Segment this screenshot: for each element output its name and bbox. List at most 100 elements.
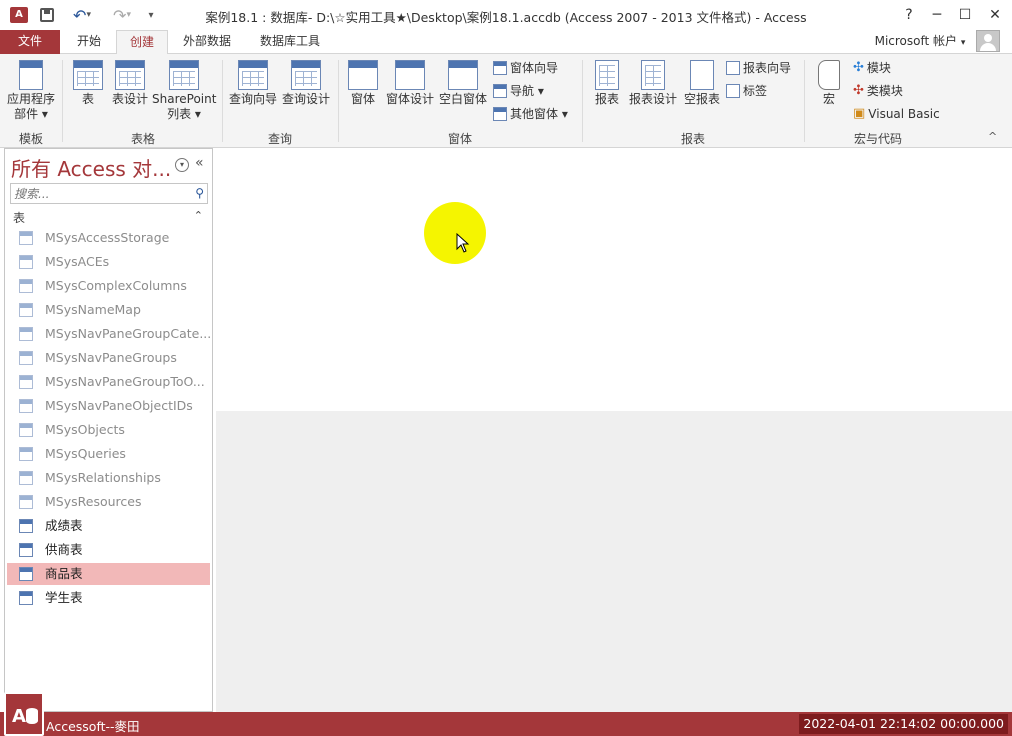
blank-report-icon	[690, 60, 714, 90]
table-icon	[73, 60, 103, 90]
maximize-button[interactable]: ☐	[952, 4, 978, 26]
group-separator	[582, 60, 583, 142]
table-design-icon	[115, 60, 145, 90]
form-design-button[interactable]: 窗体设计	[384, 60, 436, 107]
status-text: Accessoft--麥田	[46, 719, 140, 734]
search-icon[interactable]: ⚲	[195, 186, 204, 200]
nav-item[interactable]: MSysObjects	[7, 419, 210, 441]
table-icon	[19, 303, 33, 317]
table-icon	[19, 231, 33, 245]
tab-file[interactable]: 文件	[0, 30, 60, 54]
nav-item[interactable]: MSysNameMap	[7, 299, 210, 321]
group-label-reports: 报表	[680, 132, 705, 146]
table-icon	[19, 351, 33, 365]
nav-item[interactable]: MSysNavPaneGroups	[7, 347, 210, 369]
blank-report-button[interactable]: 空报表	[682, 60, 722, 107]
collapse-nav-pane-button[interactable]: «	[195, 155, 204, 171]
report-design-button[interactable]: 报表设计	[626, 60, 680, 107]
blank-form-icon	[448, 60, 478, 90]
form-button[interactable]: 窗体	[344, 60, 382, 107]
close-button[interactable]: ✕	[982, 4, 1008, 26]
nav-item[interactable]: MSysNavPaneGroupToO...	[7, 371, 210, 393]
nav-item[interactable]: MSysRelationships	[7, 467, 210, 489]
ribbon-tabs: 文件 开始 创建 外部数据 数据库工具 Microsoft 帐户 ▾	[0, 30, 1012, 55]
query-wizard-button[interactable]: 查询向导	[228, 60, 278, 107]
table-button[interactable]: 表	[70, 60, 106, 107]
module-icon: ✣	[853, 60, 864, 75]
blank-form-button[interactable]: 空白窗体	[437, 60, 489, 107]
form-wizard-icon	[493, 61, 507, 75]
nav-item-label: MSysAccessStorage	[45, 230, 170, 245]
report-wizard-button[interactable]: 报表向导	[726, 58, 791, 78]
table-icon	[19, 471, 33, 485]
report-icon	[595, 60, 619, 90]
nav-item-label: MSysACEs	[45, 254, 110, 269]
application-parts-button[interactable]: 应用程序 部件 ▾	[4, 60, 58, 122]
table-icon	[19, 495, 33, 509]
workspace-background	[216, 411, 1012, 712]
table-design-button[interactable]: 表设计	[108, 60, 152, 107]
account-label: Microsoft 帐户	[874, 34, 958, 48]
report-button[interactable]: 报表	[590, 60, 624, 107]
nav-item[interactable]: MSysQueries	[7, 443, 210, 465]
status-bar: A Accessoft--麥田 2022-04-01 22:14:02 00:0…	[0, 692, 1012, 736]
form-icon	[348, 60, 378, 90]
tab-create[interactable]: 创建	[116, 30, 168, 55]
nav-item[interactable]: MSysAccessStorage	[7, 227, 210, 249]
tab-external-data[interactable]: 外部数据	[172, 30, 242, 54]
more-forms-button[interactable]: 其他窗体 ▾	[493, 104, 568, 124]
query-wizard-icon	[238, 60, 268, 90]
nav-item[interactable]: MSysNavPaneGroupCate...	[7, 323, 211, 345]
account-menu[interactable]: Microsoft 帐户 ▾	[868, 30, 972, 54]
nav-item[interactable]: 商品表	[7, 563, 210, 585]
navigation-icon	[493, 84, 507, 98]
nav-item-label: MSysResources	[45, 494, 142, 509]
class-module-button[interactable]: ✣ 类模块	[853, 81, 903, 101]
help-button[interactable]: ?	[896, 4, 922, 26]
nav-item[interactable]: MSysNavPaneObjectIDs	[7, 395, 210, 417]
visual-basic-button[interactable]: ▣ Visual Basic	[853, 104, 940, 124]
nav-item-label: MSysNavPaneGroupToO...	[45, 374, 205, 389]
labels-button[interactable]: 标签	[726, 81, 767, 101]
navigation-button[interactable]: 导航 ▾	[493, 81, 544, 101]
nav-search-box: ⚲	[10, 183, 208, 204]
avatar[interactable]	[976, 30, 1000, 52]
tab-home[interactable]: 开始	[64, 30, 114, 54]
class-module-icon: ✣	[853, 83, 864, 98]
search-input[interactable]	[11, 184, 187, 203]
collapse-ribbon-button[interactable]: ^	[988, 130, 1002, 144]
form-design-icon	[395, 60, 425, 90]
table-icon	[19, 519, 33, 533]
nav-item-label: MSysRelationships	[45, 470, 161, 485]
query-design-button[interactable]: 查询设计	[280, 60, 332, 107]
sharepoint-lists-button[interactable]: SharePoint 列表 ▾	[152, 60, 216, 122]
minimize-button[interactable]: ─	[924, 4, 950, 26]
nav-item[interactable]: MSysACEs	[7, 251, 210, 273]
table-icon	[19, 279, 33, 293]
nav-menu-icon[interactable]: ▾	[175, 158, 189, 172]
nav-section-tables[interactable]: 表 ⌃	[13, 209, 203, 227]
nav-item[interactable]: 供商表	[7, 539, 210, 561]
nav-pane-title[interactable]: 所有 Access 对...	[11, 153, 171, 182]
chevron-down-icon: ▾	[960, 38, 966, 48]
nav-section-label: 表	[13, 211, 26, 225]
nav-item[interactable]: MSysComplexColumns	[7, 275, 210, 297]
nav-item-label: MSysComplexColumns	[45, 278, 187, 293]
tab-database-tools[interactable]: 数据库工具	[248, 30, 332, 54]
more-forms-icon	[493, 107, 507, 121]
nav-item-label: MSysNameMap	[45, 302, 141, 317]
module-button[interactable]: ✣ 模块	[853, 58, 891, 78]
table-icon	[19, 375, 33, 389]
sharepoint-icon	[169, 60, 199, 90]
table-icon	[19, 447, 33, 461]
group-label-forms: 窗体	[447, 132, 472, 146]
table-icon	[19, 327, 33, 341]
form-wizard-button[interactable]: 窗体向导	[493, 58, 558, 78]
nav-item[interactable]: 学生表	[7, 587, 210, 609]
table-icon	[19, 423, 33, 437]
document-area[interactable]	[216, 148, 1012, 411]
nav-item[interactable]: MSysResources	[7, 491, 210, 513]
macro-button[interactable]: 宏	[812, 60, 846, 107]
nav-item[interactable]: 成绩表	[7, 515, 210, 537]
group-separator	[62, 60, 63, 142]
